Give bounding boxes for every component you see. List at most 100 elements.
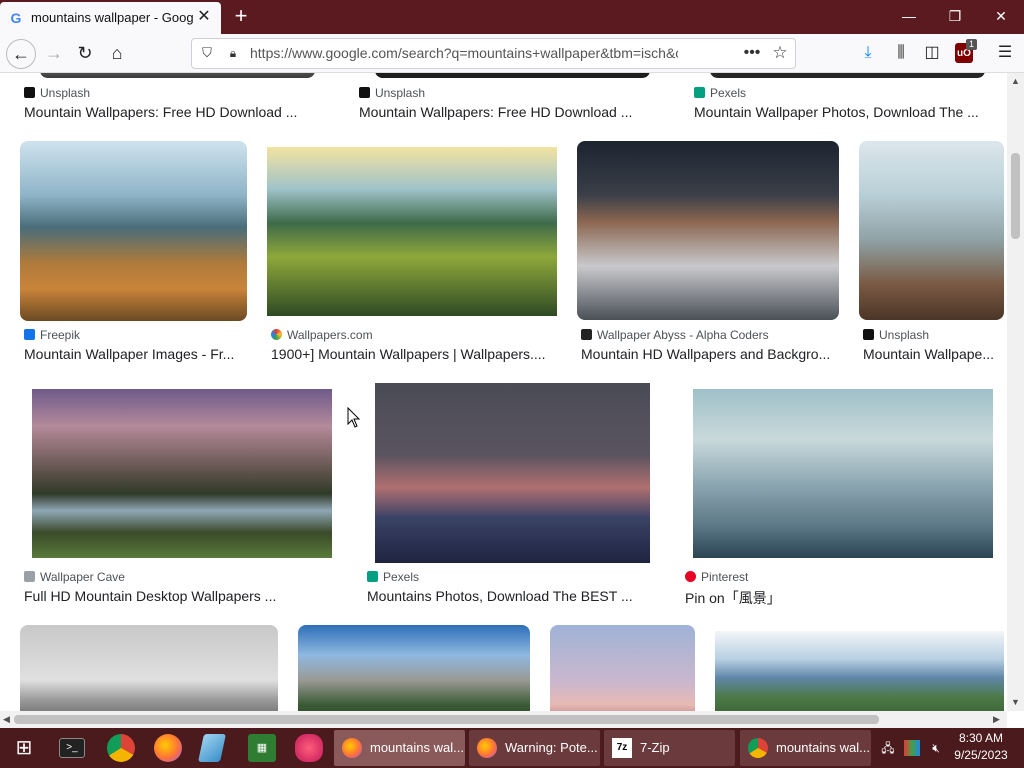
minimize-icon[interactable]: ― [886,0,932,32]
7zip-icon: 7z [612,738,632,758]
menu-icon[interactable]: ☰ [994,42,1016,64]
sidebar-icon[interactable]: ◫ [921,42,943,64]
result-caption[interactable]: Mountain HD Wallpapers and Backgro... [581,346,839,362]
pexels-icon [694,87,705,98]
result-source[interactable]: Unsplash [863,328,929,342]
address-bar[interactable]: ⛉ 🔒︎ https://www.google.com/search?q=mou… [191,38,796,69]
windows-start-icon[interactable]: ⊞ [10,734,38,762]
unsplash-icon [359,87,370,98]
horizontal-scroll-thumb[interactable] [14,715,879,724]
close-window-icon[interactable]: ✕ [978,0,1024,32]
result-caption[interactable]: Mountains Photos, Download The BEST ... [367,588,667,604]
taskbar-task-firefox-2[interactable]: Warning: Pote... [469,730,600,766]
result-caption[interactable]: Full HD Mountain Desktop Wallpapers ... [24,588,324,604]
scroll-down-icon[interactable]: ▼ [1011,697,1020,707]
image-results-grid: Unsplash Mountain Wallpapers: Free HD Do… [0,73,1007,711]
result-image[interactable] [375,73,650,78]
scroll-right-icon[interactable]: ▶ [993,714,1000,725]
page-actions-icon[interactable]: ••• [742,42,762,64]
chrome-icon [748,738,768,758]
wallpaper-cave-icon [24,571,35,582]
system-clock[interactable]: 8:30 AM 9/25/2023 [950,730,1012,764]
result-image[interactable] [550,625,695,711]
result-image[interactable] [32,389,332,558]
paint-icon[interactable] [295,734,323,762]
mouse-cursor-icon [347,407,361,428]
result-source[interactable]: Wallpaper Abyss - Alpha Coders [581,328,769,342]
lock-icon[interactable]: 🔒︎ [226,45,240,61]
result-image[interactable] [20,625,278,711]
command-prompt-icon[interactable]: >_ [59,738,85,758]
result-image[interactable] [715,631,1004,711]
restore-icon[interactable]: ❐ [932,0,978,32]
firefox-icon[interactable] [154,734,182,762]
home-icon[interactable]: ⌂ [103,39,131,67]
result-source[interactable]: Pinterest [685,570,748,584]
unsplash-icon [24,87,35,98]
taskbar-task-7zip[interactable]: 7z 7-Zip [604,730,735,766]
result-image[interactable] [267,147,557,316]
result-caption[interactable]: Pin on「風景」 [685,588,985,608]
browser-tab-active[interactable]: G mountains wallpaper - Google ✕ [0,2,221,34]
result-source[interactable]: Wallpaper Cave [24,570,125,584]
volume-muted-icon[interactable]: 🔇︎ [928,740,944,756]
new-tab-button[interactable]: + [229,4,253,28]
library-icon[interactable]: ⫼ [890,42,912,64]
taskbar-task-chrome[interactable]: mountains wal... [740,730,871,766]
pinterest-icon [685,571,696,582]
result-caption[interactable]: Mountain Wallpape... [863,346,1003,362]
scroll-left-icon[interactable]: ◀ [3,714,10,725]
result-image[interactable] [20,141,247,321]
result-source[interactable]: Unsplash [359,86,425,100]
wallpapers-com-icon [271,329,282,340]
firefox-icon [477,738,497,758]
url-text[interactable]: https://www.google.com/search?q=mountain… [250,45,678,61]
firefox-icon [342,738,362,758]
notepad-icon[interactable] [198,734,226,762]
result-caption[interactable]: 1900+] Mountain Wallpapers | Wallpapers.… [271,346,556,362]
horizontal-scrollbar[interactable]: ◀ ▶ [0,711,1007,728]
color-app-tray-icon[interactable] [904,740,920,756]
forward-icon[interactable]: → [40,39,68,67]
result-image[interactable] [859,141,1004,320]
vertical-scroll-thumb[interactable] [1011,153,1020,239]
tab-title: mountains wallpaper - Google [31,10,193,25]
result-source[interactable]: Freepik [24,328,80,342]
navigation-toolbar: ← → ↻ ⌂ ⛉ 🔒︎ https://www.google.com/sear… [0,34,1024,73]
result-source[interactable]: Wallpapers.com [271,328,373,342]
shield-icon[interactable]: ⛉ [199,45,215,61]
vertical-scrollbar[interactable]: ▲ ▼ [1007,73,1024,711]
network-icon[interactable]: 🖧︎ [880,740,896,756]
clock-time: 8:30 AM [958,731,1004,745]
result-image[interactable] [375,383,650,563]
result-image[interactable] [577,141,839,320]
scroll-up-icon[interactable]: ▲ [1011,76,1020,86]
result-caption[interactable]: Mountain Wallpapers: Free HD Download ..… [359,104,659,120]
close-tab-icon[interactable]: ✕ [195,8,213,26]
pexels-icon [367,571,378,582]
downloads-icon[interactable]: ⤓ [857,42,879,64]
taskbar: ⊞ >_ ▦ mountains wal... Warning: Pote...… [0,728,1024,768]
clock-date: 9/25/2023 [954,748,1008,762]
reload-icon[interactable]: ↻ [71,39,99,67]
taskbar-task-firefox-1[interactable]: mountains wal... [334,730,465,766]
result-source[interactable]: Pexels [694,86,746,100]
title-bar: G mountains wallpaper - Google ✕ + ― ❐ ✕ [0,0,1024,34]
spreadsheet-icon[interactable]: ▦ [248,734,276,762]
back-icon[interactable]: ← [6,39,36,69]
result-source[interactable]: Unsplash [24,86,90,100]
bookmark-star-icon[interactable]: ☆ [770,42,790,64]
result-image[interactable] [710,73,985,78]
result-image[interactable] [40,73,315,78]
result-caption[interactable]: Mountain Wallpaper Photos, Download The … [694,104,994,120]
google-favicon-icon: G [10,10,22,26]
result-caption[interactable]: Mountain Wallpapers: Free HD Download ..… [24,104,324,120]
result-image[interactable] [693,389,993,558]
unsplash-icon [863,329,874,340]
result-image[interactable] [298,625,530,711]
alpha-coders-icon [581,329,592,340]
ublock-badge: 1 [966,39,978,50]
chrome-icon[interactable] [107,734,135,762]
result-source[interactable]: Pexels [367,570,419,584]
result-caption[interactable]: Mountain Wallpaper Images - Fr... [24,346,239,362]
